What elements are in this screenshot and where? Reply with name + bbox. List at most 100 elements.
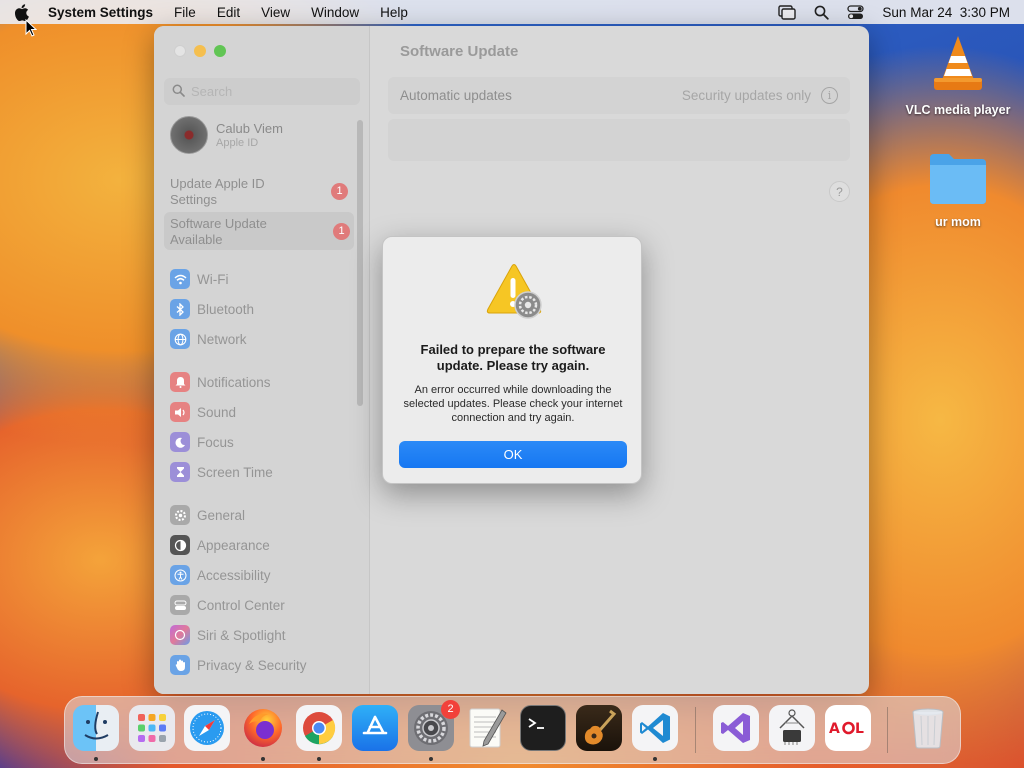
sidebar-item-general[interactable]: General [170,504,245,526]
dock-safari-icon[interactable] [184,705,230,751]
sidebar-item-label: Control Center [197,597,285,613]
close-window-button[interactable] [174,45,186,57]
dock-separator [887,707,888,753]
menu-window[interactable]: Window [311,5,359,20]
accessibility-icon [170,565,190,585]
dock-system-information-icon[interactable] [769,705,815,751]
dock-chrome-icon[interactable] [296,705,342,751]
siri-icon [170,625,190,645]
dock-trash-icon[interactable] [905,705,951,751]
desktop-icon-label: VLC media player [905,103,1011,117]
appearance-icon [170,535,190,555]
search-field[interactable] [164,78,360,105]
dock-finder-icon[interactable] [73,705,119,751]
minimize-window-button[interactable] [194,45,206,57]
sidebar-scrollbar[interactable] [357,120,363,406]
menu-app-name[interactable]: System Settings [48,5,153,20]
ok-button[interactable]: OK [399,441,627,468]
mouse-cursor-icon [25,18,38,42]
notice-label: Software Update Available [170,216,267,247]
folder-icon [898,150,1018,209]
speaker-icon [170,402,190,422]
svg-text:L: L [855,721,864,737]
sidebar: Calub Viem Apple ID Update Apple ID Sett… [154,26,370,694]
dock-textedit-icon[interactable] [464,705,510,751]
sidebar-item-label: Network [197,331,247,347]
running-indicator [429,757,433,761]
automatic-updates-label: Automatic updates [400,88,512,103]
bluetooth-icon [170,299,190,319]
maximize-window-button[interactable] [214,45,226,57]
menu-bar: System Settings File Edit View Window He… [0,0,1024,24]
sidebar-item-label: Bluetooth [197,301,255,317]
dock-terminal-icon[interactable] [520,705,566,751]
update-apple-id-settings-item[interactable]: Update Apple ID Settings 1 [164,172,348,210]
sidebar-item-label: Wi-Fi [197,271,229,287]
spotlight-search-icon[interactable] [814,5,830,20]
vlc-cone-icon [898,34,1018,97]
desktop-icon-folder[interactable]: ur mom [898,150,1018,229]
dock-garageband-icon[interactable] [576,705,622,751]
dock-visual-studio-icon[interactable] [713,705,759,751]
error-alert-dialog: Failed to prepare the software update. P… [382,236,642,484]
sidebar-item-notifications[interactable]: Notifications [170,371,271,393]
bell-icon [170,372,190,392]
menu-file[interactable]: File [174,5,196,20]
sidebar-item-accessibility[interactable]: Accessibility [170,564,271,586]
sidebar-item-wifi[interactable]: Wi-Fi [170,268,228,290]
sidebar-item-network[interactable]: Network [170,328,247,350]
notification-badge: 2 [441,700,460,719]
running-indicator [653,757,657,761]
menu-edit[interactable]: Edit [217,5,240,20]
running-indicator [94,757,98,761]
page-title: Software Update [400,43,519,60]
globe-icon [170,329,190,349]
sidebar-item-label: Notifications [197,374,271,390]
sidebar-item-label: Screen Time [197,464,273,480]
desktop-icon-label: ur mom [935,215,981,229]
profile-name: Calub Viem [216,121,283,136]
dock-aol-icon[interactable]: AL [825,705,871,751]
sidebar-item-appearance[interactable]: Appearance [170,534,270,556]
update-status-row [388,119,850,161]
hand-icon [170,655,190,675]
hourglass-icon [170,462,190,482]
window-controls [174,45,226,57]
info-icon[interactable]: i [821,87,838,104]
svg-text:A: A [829,721,840,737]
wifi-icon [170,269,190,289]
sidebar-item-privacy-security[interactable]: Privacy & Security [170,654,307,676]
search-input[interactable] [191,84,351,99]
menu-help[interactable]: Help [380,5,408,20]
control-center-icon[interactable] [847,4,865,20]
notice-badge: 1 [331,183,348,200]
screen-mirroring-icon[interactable] [778,4,797,20]
sidebar-item-bluetooth[interactable]: Bluetooth [170,298,254,320]
running-indicator [261,757,265,761]
dock-system-settings-icon[interactable]: 2 [408,700,460,751]
dock-launchpad-icon[interactable] [129,705,175,751]
dock-firefox-icon[interactable] [240,705,286,751]
desktop-icon-vlc[interactable]: VLC media player [898,34,1018,117]
dock-separator [695,707,696,753]
gear-icon [170,505,190,525]
apple-id-profile[interactable]: Calub Viem Apple ID [170,116,283,154]
menu-view[interactable]: View [261,5,290,20]
software-update-available-item[interactable]: Software Update Available 1 [164,212,354,250]
dock-vscode-icon[interactable] [632,705,678,751]
dock-app-store-icon[interactable] [352,705,398,751]
sidebar-item-label: Accessibility [197,567,271,583]
sidebar-item-focus[interactable]: Focus [170,431,234,453]
dialog-title: Failed to prepare the software update. P… [420,342,606,373]
sidebar-item-control-center[interactable]: Control Center [170,594,285,616]
sidebar-item-siri-spotlight[interactable]: Siri & Spotlight [170,624,286,646]
automatic-updates-value: Security updates only [681,88,811,103]
automatic-updates-row: Automatic updates Security updates only … [388,77,850,114]
sidebar-item-sound[interactable]: Sound [170,401,236,423]
sidebar-item-label: General [197,507,246,523]
sidebar-item-screen-time[interactable]: Screen Time [170,461,273,483]
running-indicator [317,757,321,761]
menu-clock[interactable]: Sun Mar 24 3:30 PM [882,5,1010,20]
moon-icon [170,432,190,452]
help-button[interactable]: ? [829,181,850,202]
